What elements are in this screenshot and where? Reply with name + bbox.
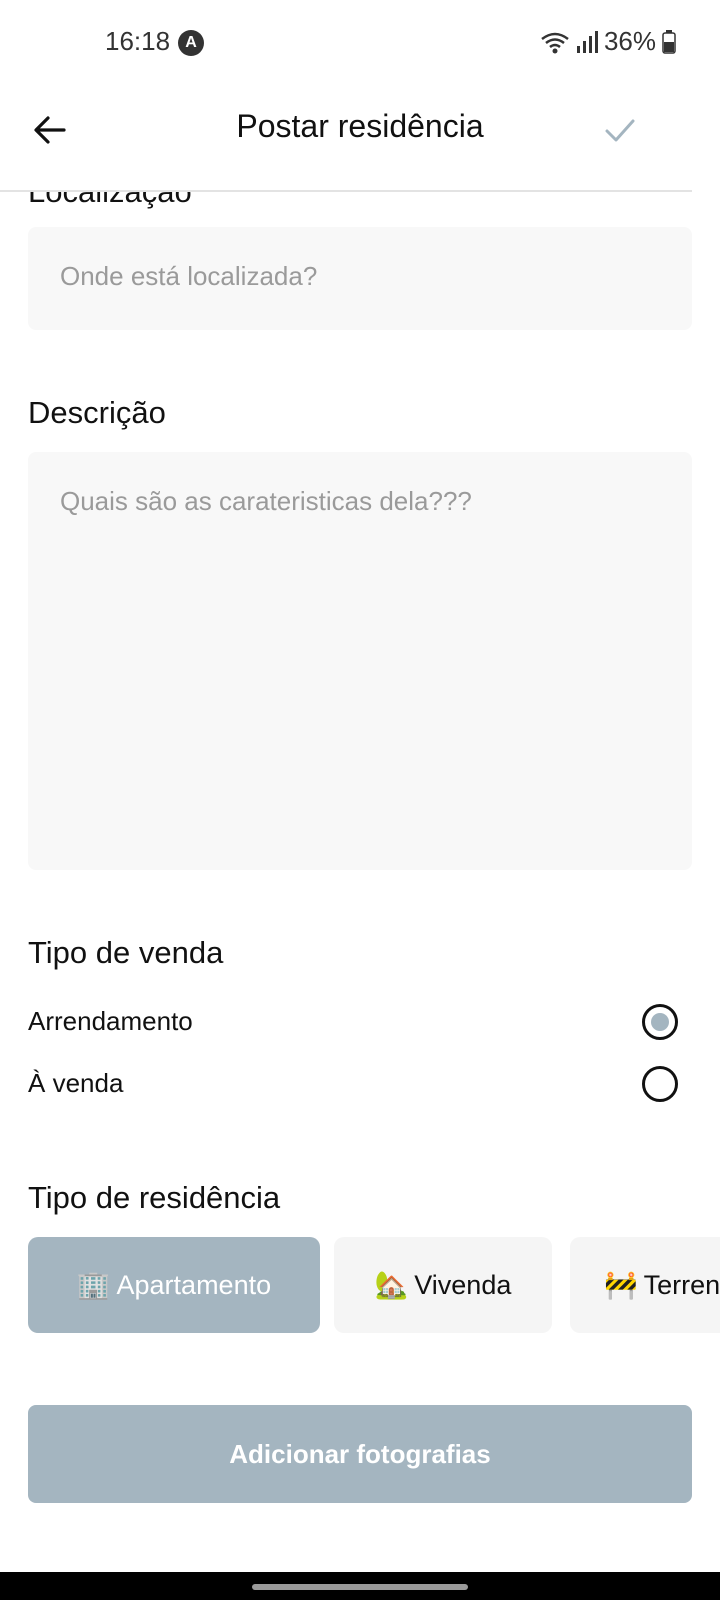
home-gesture-handle[interactable] (252, 1584, 468, 1590)
sale-type-label: Tipo de venda (28, 935, 224, 970)
radio-label: À venda (28, 1068, 124, 1098)
location-placeholder: Onde está localizada? (60, 261, 318, 291)
radio-option-arrendamento[interactable]: Arrendamento (28, 1000, 678, 1050)
residence-type-label: Tipo de residência (28, 1180, 281, 1215)
header-divider (0, 190, 692, 192)
chip-apartamento[interactable]: 🏢 Apartamento (28, 1237, 320, 1333)
form-content[interactable]: Localização Onde está localizada? Descri… (0, 192, 720, 1572)
check-icon (605, 119, 635, 142)
add-photos-button[interactable]: Adicionar fotografias (28, 1405, 692, 1503)
location-input[interactable]: Onde está localizada? (28, 227, 692, 330)
description-placeholder: Quais são as carateristicas dela??? (60, 486, 472, 516)
status-indicators: 36% (540, 26, 676, 57)
radio-option-a-venda[interactable]: À venda (28, 1062, 678, 1112)
location-label: Localização (28, 192, 192, 210)
status-bar: 16:18 A 36% (0, 0, 720, 86)
description-textarea[interactable]: Quais são as carateristicas dela??? (28, 452, 692, 870)
chip-label: Vivenda (414, 1269, 512, 1300)
app-header: Postar residência (0, 86, 720, 192)
chip-terreno[interactable]: 🚧 Terreno (570, 1237, 720, 1333)
description-label: Descrição (28, 395, 166, 430)
radio-button-selected[interactable] (642, 1004, 678, 1040)
construction-icon: 🚧 (604, 1270, 638, 1300)
building-icon: 🏢 (76, 1270, 111, 1300)
house-icon: 🏡 (374, 1270, 409, 1300)
signal-icon (576, 30, 598, 53)
wifi-icon (541, 32, 569, 53)
status-time: 16:18 (105, 26, 171, 56)
system-nav-bar (0, 1572, 720, 1600)
battery-percent: 36% (603, 26, 656, 56)
chip-vivenda[interactable]: 🏡 Vivenda (334, 1237, 552, 1333)
battery-icon (662, 29, 676, 54)
radio-label: Arrendamento (28, 1006, 193, 1036)
confirm-button[interactable] (600, 110, 640, 150)
radio-selected-dot (651, 1013, 669, 1031)
chip-label: Terreno (643, 1269, 720, 1300)
radio-button[interactable] (642, 1066, 678, 1102)
chip-label: Apartamento (116, 1269, 272, 1300)
residence-type-chips[interactable]: 🏢 Apartamento 🏡 Vivenda 🚧 Terreno (28, 1237, 720, 1333)
app-notification-icon: A (178, 30, 204, 56)
